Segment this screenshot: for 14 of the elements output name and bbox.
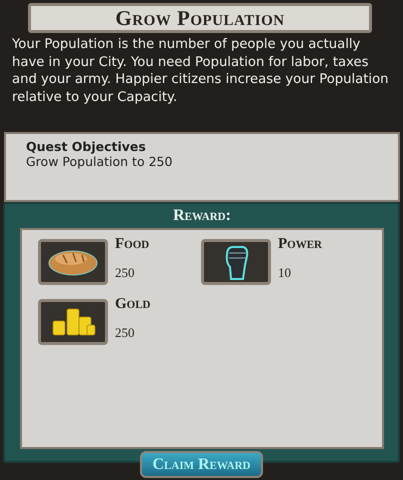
reward-heading: Reward: — [172, 206, 232, 226]
reward-name: Power — [278, 236, 322, 253]
objectives-heading: Quest Objectives — [26, 139, 147, 154]
reward-amount: 250 — [115, 324, 136, 341]
dialog-title: Grow Population — [115, 6, 285, 30]
description-text: Your Population is the number of people you actually have in your City. You need Population for labor, taxes and your army. Happier citizens increase your Population relative to your Capacity. — [12, 36, 390, 106]
reward-name: Food — [115, 236, 150, 253]
coins-icon — [38, 298, 108, 345]
objective-text: Grow Population to 250 — [26, 154, 174, 170]
claim-reward-button[interactable]: Claim Reward — [140, 451, 262, 478]
reward-amount: 10 — [278, 264, 292, 281]
bread-icon — [38, 238, 108, 285]
reward-name: Gold — [115, 296, 151, 313]
reward-amount: 250 — [115, 264, 136, 281]
